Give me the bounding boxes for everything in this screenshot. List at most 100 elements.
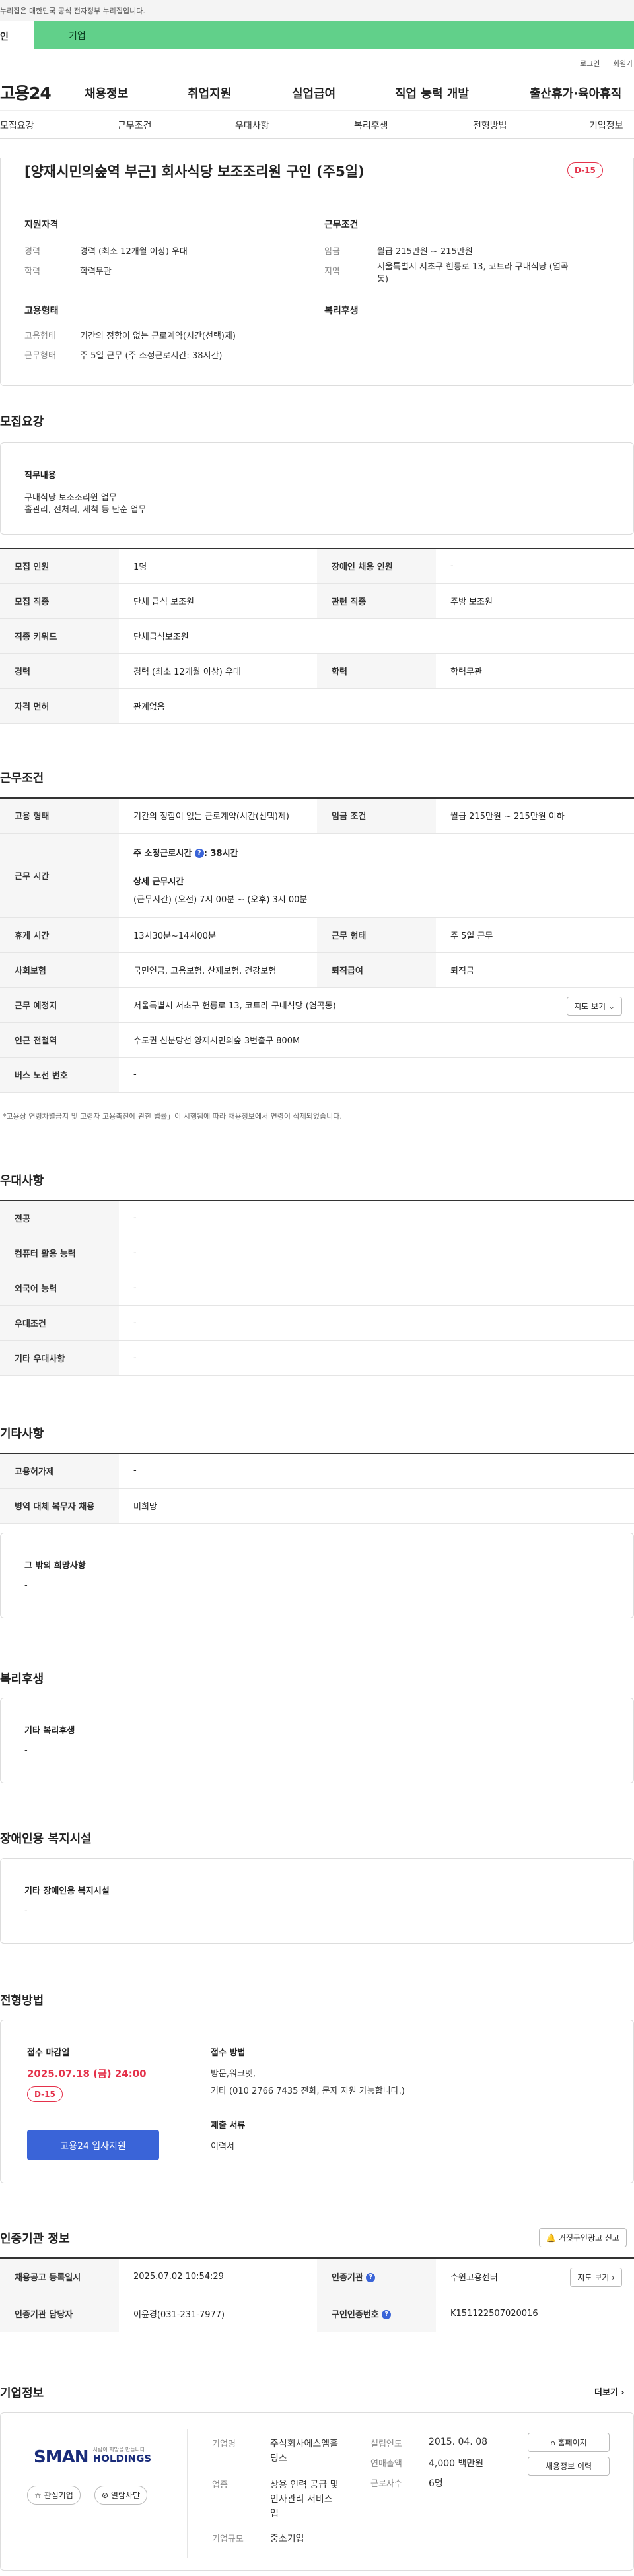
site-logo[interactable]: 고용24 (0, 81, 52, 104)
duty-line-1: 구내식당 보조조리원 업무 (24, 493, 117, 503)
welfare-etc-label: 기타 복리후생 (24, 1726, 75, 1736)
welfare-label: 복리후생 (324, 306, 359, 316)
table-key: 외국어 능력 (0, 1271, 119, 1306)
company-biz-key: 업종 (212, 2480, 228, 2490)
login-link[interactable]: 로그인 (580, 58, 600, 69)
favorite-company-button[interactable]: ☆ 관심기업 (27, 2486, 81, 2505)
anchor-recruit[interactable]: 모집요강 (0, 119, 34, 132)
table-value: 비희망 (119, 1488, 634, 1524)
table-value: 관계없음 (119, 688, 634, 724)
signup-link[interactable]: 회원가 (613, 58, 633, 69)
docs-value: 이력서 (211, 2142, 234, 2152)
detail-hours-value: (근무시간) (오전) 7시 00분 ~ (오후) 3시 00분 (133, 894, 308, 905)
detail-hours-label: 상세 근무시간 (133, 876, 184, 887)
welfare-card: 기타 복리후생 - (0, 1698, 634, 1783)
cert-number-key-cell: 구인인증번호 ? (317, 2295, 436, 2332)
company-more-link[interactable]: 더보기 › (594, 2385, 625, 2398)
anchor-welfare[interactable]: 복리후생 (354, 119, 388, 132)
table-value: 2025.07.02 10:54:29 (119, 2257, 317, 2295)
table-row: 고용허가제 - (0, 1453, 634, 1489)
company-section-title: 기업정보 (0, 2387, 44, 2400)
career-key: 경력 (24, 247, 40, 257)
tab-personal[interactable]: 인 (0, 21, 34, 49)
docs-label: 제출 서류 (211, 2121, 246, 2130)
company-logo: SMAN 사람이 희망을 만듭니다 HOLDINGS (34, 2447, 151, 2467)
deadline-value: 2025.07.18 (금) 24:00 (27, 2068, 147, 2080)
table-value: - (119, 1453, 634, 1489)
etc-section-title: 기타사항 (0, 1427, 44, 1441)
homepage-button[interactable]: ⌂ 홈페이지 (528, 2433, 610, 2452)
table-row: 채용공고 등록일시 2025.07.02 10:54:29 인증기관 ? 수원고… (0, 2257, 634, 2295)
company-size-key: 기업규모 (212, 2534, 244, 2544)
cert-table: 채용공고 등록일시 2025.07.02 10:54:29 인증기관 ? 수원고… (0, 2257, 634, 2332)
wish-label: 그 밖의 희망사항 (24, 1561, 86, 1571)
job-title: [양재시민의숲역 부근] 회사식당 보조조리원 구인 (주5일) (24, 164, 365, 180)
tab-company[interactable]: 기업 (34, 21, 634, 49)
company-divider (187, 2429, 188, 2558)
duty-card: 직무내용 구내식당 보조조리원 업무 홀관리, 전처리, 세척 등 단순 업무 (0, 442, 634, 535)
table-value: 주방 보조원 (436, 583, 634, 619)
table-value: 기간의 정함이 없는 근로계약(시간(선택)제) (119, 797, 317, 834)
cert-agency-value: 수원고용센터 (450, 2272, 498, 2283)
report-button[interactable]: 🔔 거짓구인광고 신고 (539, 2228, 627, 2247)
table-row: 인증기관 담당자 이윤경(031-231-7977) 구인인증번호 ? K151… (0, 2295, 634, 2332)
table-key: 휴게 시간 (0, 917, 119, 953)
gnb-item-jobs[interactable]: 채용정보 (85, 84, 128, 102)
table-key: 인증기관 (332, 2272, 363, 2283)
table-key: 고용허가제 (0, 1453, 119, 1489)
gnb-item-unemployment-benefit[interactable]: 실업급여 (292, 84, 335, 102)
util-bar: 로그인 회원가 (0, 49, 634, 71)
gnb-item-job-training[interactable]: 직업 능력 개발 (395, 84, 469, 102)
company-revenue-key: 연매출액 (370, 2459, 402, 2469)
deadline-label: 접수 마감일 (27, 2048, 70, 2058)
anchor-work[interactable]: 근무조건 (118, 119, 152, 132)
block-view-button[interactable]: ⊘ 열람차단 (94, 2486, 148, 2505)
anchor-preference[interactable]: 우대사항 (235, 119, 269, 132)
info-icon[interactable]: ? (194, 849, 204, 858)
work-section-title: 근무조건 (0, 772, 44, 785)
dday-badge: D-15 (567, 162, 603, 178)
etc-table: 고용허가제 - 병역 대체 복무자 채용 비희망 (0, 1453, 634, 1524)
company-revenue-value: 4,000 백만원 (429, 2459, 484, 2469)
table-value: 이윤경(031-231-7977) (119, 2295, 317, 2332)
table-value: - (436, 548, 634, 584)
table-key: 병역 대체 복무자 채용 (0, 1488, 119, 1524)
deadline-dday-badge: D-15 (27, 2086, 63, 2102)
company-size-value: 중소기업 (270, 2534, 304, 2544)
recruit-history-button[interactable]: 채용정보 이력 (528, 2457, 610, 2476)
table-row: 병역 대체 복무자 채용 비희망 (0, 1488, 634, 1524)
company-est-key: 설립연도 (370, 2439, 402, 2449)
cert-map-button[interactable]: 지도 보기 › (570, 2268, 622, 2287)
table-value: 1명 (119, 548, 317, 584)
table-value: 단체급식보조원 (119, 618, 634, 654)
disab-etc-label: 기타 장애인용 복지시설 (24, 1886, 110, 1896)
cert-map-button-label: 지도 보기 (577, 2273, 610, 2282)
pref-table: 전공 - 컴퓨터 활용 능력 - 외국어 능력 - 우대조건 - 기타 우대사항 - (0, 1200, 634, 1376)
table-key: 임금 조건 (317, 797, 436, 834)
table-key: 인증기관 담당자 (0, 2295, 119, 2332)
table-key: 모집 직종 (0, 583, 119, 619)
table-value: 국민연금, 고용보험, 산재보험, 건강보험 (119, 952, 317, 988)
gov-notice: 누리집은 대한민국 공식 전자정부 누리집입니다. (0, 7, 145, 15)
gnb-item-employment-support[interactable]: 취업지원 (188, 84, 231, 102)
apply-button[interactable]: 고용24 입사지원 (27, 2130, 159, 2160)
global-nav: 고용24 채용정보 취업지원 실업급여 직업 능력 개발 출산휴가·육아휴직 (0, 71, 634, 111)
home-icon: ⌂ (550, 2438, 555, 2447)
info-icon[interactable]: ? (366, 2273, 376, 2283)
table-row: 전공 - (0, 1200, 634, 1236)
table-key: 장애인 채용 인원 (317, 548, 436, 584)
table-key: 학력 (317, 653, 436, 689)
member-type-tabs: 인 기업 (0, 21, 634, 49)
info-icon[interactable]: ? (382, 2310, 392, 2319)
anchor-process[interactable]: 전형방법 (473, 119, 507, 132)
company-card: SMAN 사람이 희망을 만듭니다 HOLDINGS ☆ 관심기업 ⊘ 열람차단… (0, 2412, 634, 2571)
table-value: 경력 (최소 12개월 이상) 우대 (119, 653, 317, 689)
company-biz-line-1: 상용 인력 공급 및 (270, 2480, 339, 2490)
weekly-hours-label: 주 소정근로시간 (133, 848, 192, 859)
map-button[interactable]: 지도 보기 ⌄ (567, 996, 622, 1016)
wage-value: 월급 215만원 ~ 215만원 (377, 247, 473, 257)
table-key: 컴퓨터 활용 능력 (0, 1236, 119, 1271)
anchor-company[interactable]: 기업정보 (589, 119, 623, 132)
table-key: 전공 (0, 1200, 119, 1236)
gnb-item-parental-leave[interactable]: 출산휴가·육아휴직 (530, 84, 621, 102)
